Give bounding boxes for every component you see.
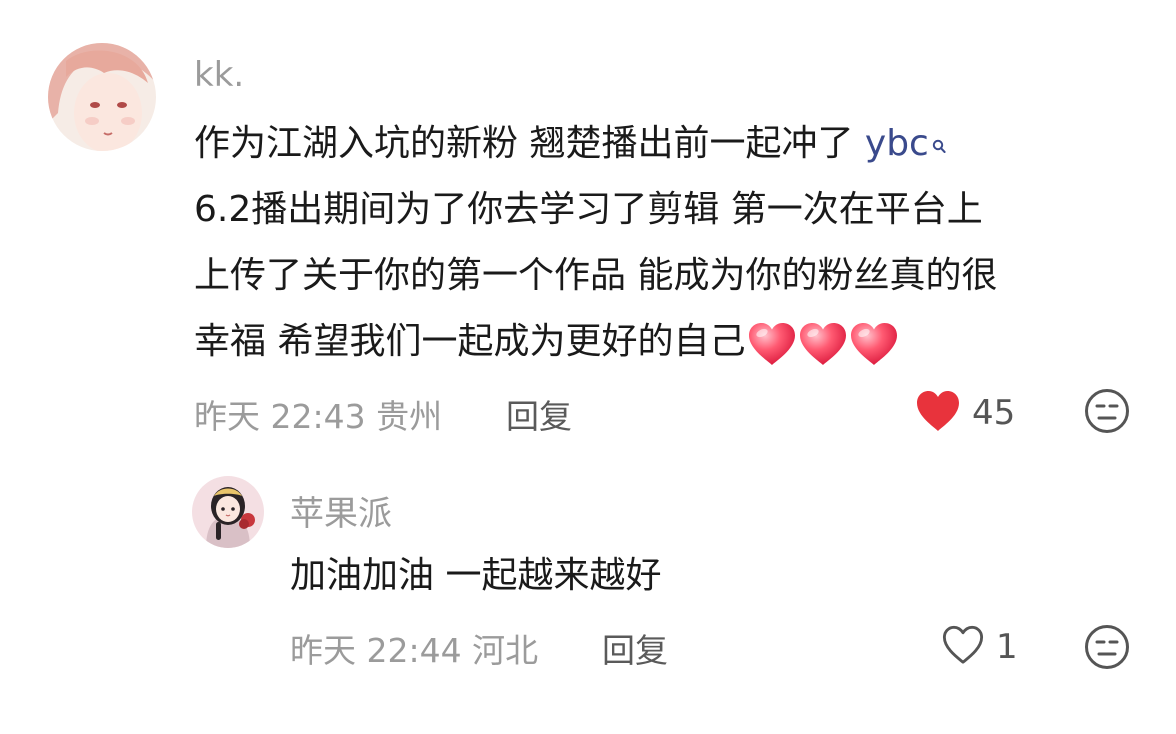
dislike-face-icon[interactable] <box>1084 388 1130 438</box>
reply-username[interactable]: 苹果派 <box>290 486 392 535</box>
comment-location: 贵州 <box>376 397 443 436</box>
like-count: 1 <box>996 627 1018 667</box>
comment-line: 幸福 希望我们一起成为更好的自己 <box>194 321 746 362</box>
heart-outline-icon <box>940 624 986 670</box>
reply-button[interactable]: 回复 <box>506 390 572 438</box>
comment-username[interactable]: kk. <box>194 55 244 95</box>
comment-meta: 昨天 22:43 贵州 <box>194 390 442 438</box>
heart-emoji-icon <box>800 323 847 365</box>
like-button[interactable]: 1 <box>940 624 1018 670</box>
heart-emoji-icon <box>851 323 898 365</box>
reply-time: 昨天 22:44 <box>290 631 462 670</box>
comment-line: 上传了关于你的第一个作品 能成为你的粉丝真的很 <box>194 255 998 296</box>
comment-line: 6.2播出期间为了你去学习了剪辑 第一次在平台上 <box>194 189 983 230</box>
reply-meta: 昨天 22:44 河北 <box>290 624 538 672</box>
dislike-face-icon[interactable] <box>1084 624 1130 674</box>
reply-location: 河北 <box>472 631 539 670</box>
reply-button[interactable]: 回复 <box>602 624 668 672</box>
reply-body: 加油加油 一起越来越好 <box>290 555 662 596</box>
avatar[interactable] <box>192 476 264 548</box>
heart-emoji-icon <box>749 323 796 365</box>
mention-link[interactable]: ybc <box>865 123 946 164</box>
comment-line: 作为江湖入坑的新粉 翘楚播出前一起冲了 <box>194 123 865 164</box>
heart-emojis <box>747 319 900 367</box>
comment-time: 昨天 22:43 <box>194 397 366 436</box>
like-count: 45 <box>972 393 1016 433</box>
like-button[interactable]: 45 <box>914 389 1015 437</box>
heart-filled-icon <box>914 389 962 437</box>
avatar[interactable] <box>48 43 156 151</box>
search-icon <box>932 120 946 168</box>
